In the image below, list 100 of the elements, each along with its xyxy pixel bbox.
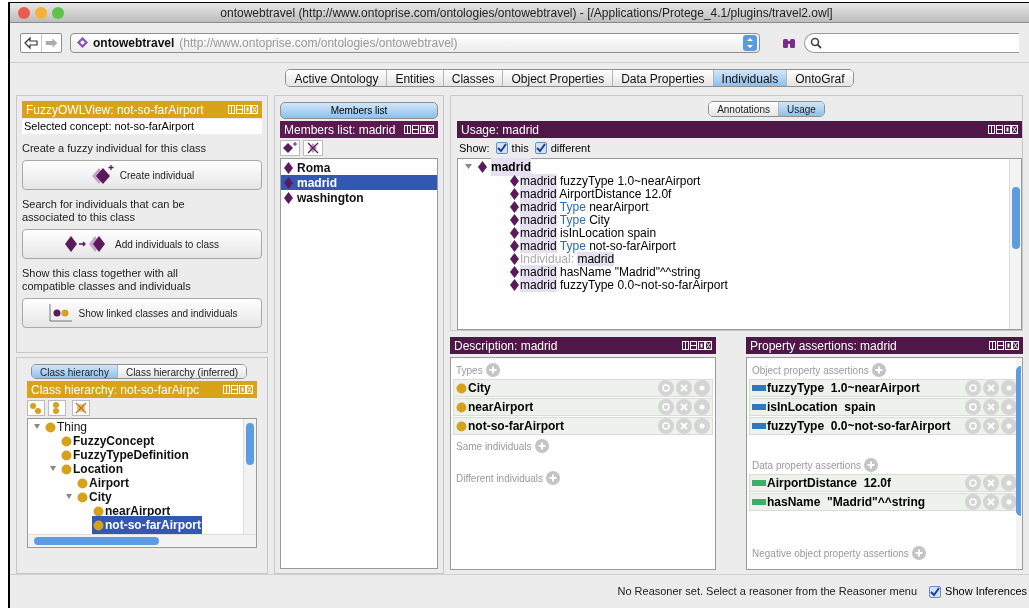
minimize-button[interactable] (35, 6, 47, 19)
checkmark-icon (496, 143, 507, 153)
assertion-row[interactable]: City (453, 379, 713, 397)
add-icon[interactable] (863, 458, 878, 472)
view-title: Property assertions: madrid (750, 337, 897, 355)
individual-icon (284, 161, 293, 174)
delete-icon[interactable] (983, 418, 999, 434)
section-label: Different individuals (456, 471, 544, 486)
search-icon (810, 36, 822, 49)
data-property-icon (752, 499, 766, 505)
add-subclass-icon[interactable] (27, 400, 45, 416)
object-property-icon (752, 423, 766, 429)
property-assertion: fuzzyType 1.0~nearAirport (767, 380, 920, 397)
tab[interactable]: Class hierarchy (32, 365, 117, 378)
class-icon (456, 382, 467, 394)
add-individual-icon[interactable] (280, 140, 300, 156)
ontology-name: ontowebtravel (93, 34, 175, 52)
tab[interactable]: Class hierarchy (inferred) (116, 365, 247, 378)
checkbox[interactable] (495, 142, 508, 154)
add-icon[interactable] (871, 363, 886, 377)
delete-icon[interactable] (983, 399, 999, 415)
delete-icon[interactable] (676, 418, 692, 434)
ontology-iri: (http://www.ontoprise.com/ontologies/ontowebtravel) (179, 34, 459, 52)
checkbox[interactable] (534, 142, 547, 154)
checkbox[interactable] (929, 585, 942, 598)
add-icon[interactable] (485, 363, 500, 377)
class-icon (456, 420, 467, 432)
delete-icon[interactable] (983, 380, 999, 396)
view-controls-icon[interactable] (682, 341, 712, 350)
class-icon (456, 401, 467, 413)
usage-root[interactable]: madrid (491, 157, 531, 176)
expanded-triangle-icon[interactable] (464, 162, 474, 171)
class-icon (61, 449, 72, 461)
vertical-scrollbar[interactable] (1009, 159, 1021, 329)
section-label: Negative object property assertions (752, 546, 909, 561)
individuals-icon (89, 164, 114, 186)
property-assertion: hasName "Madrid"^^string (767, 494, 926, 511)
linked-classes-icon (46, 302, 73, 324)
tab[interactable]: Object Properties (502, 70, 613, 86)
assertion-row[interactable]: not-so-farAirport (453, 417, 713, 435)
class-icon (77, 491, 88, 503)
section-label: Object property assertions (752, 363, 869, 378)
class-icon (61, 435, 72, 447)
action-button[interactable]: Show linked classes and individuals (22, 298, 262, 328)
delete-icon[interactable] (676, 399, 692, 415)
members-list-button[interactable]: Members list (280, 102, 438, 119)
delete-icon[interactable] (983, 475, 999, 491)
tab[interactable]: Individuals (712, 70, 787, 86)
add-icon[interactable] (534, 439, 549, 453)
window-title: ontowebtravel (http://www.ontoprise.com/ontologies/ontowebtravel) - [/Applications/Protege_4.1/plugins/travel2.owl] (219, 4, 834, 22)
ontology-icon (77, 37, 88, 48)
tab[interactable]: Entities (386, 70, 443, 86)
view-controls-icon[interactable] (989, 341, 1019, 350)
list-item[interactable]: washington (281, 190, 437, 205)
zoom-button[interactable] (52, 6, 64, 19)
tree-item[interactable]: Airport (76, 474, 130, 492)
individual-icon (284, 191, 293, 204)
assertion-row[interactable]: nearAirport (453, 398, 713, 416)
stepper-icon[interactable] (743, 34, 757, 51)
checkbox-label: this (511, 140, 529, 156)
tab[interactable]: Usage (777, 102, 824, 116)
tree-item[interactable]: not-so-farAirport (92, 516, 202, 534)
add-icon[interactable] (546, 471, 561, 485)
list-item[interactable]: Roma (281, 160, 437, 175)
property-assertion: fuzzyType 0.0~not-so-farAirport (767, 418, 951, 435)
section-description: Create a fuzzy individual for this class (22, 142, 208, 155)
delete-icon[interactable] (676, 380, 692, 396)
delete-class-icon[interactable] (72, 400, 90, 416)
selected-concept: Selected concept: not-so-farAirport (22, 119, 262, 134)
section-description: Search for individuals that can be associated to this class (22, 198, 186, 224)
tab[interactable]: Classes (442, 70, 503, 86)
close-button[interactable] (18, 6, 30, 19)
tab[interactable]: Active Ontology (286, 70, 387, 86)
delete-individual-icon[interactable] (303, 140, 323, 156)
property-assertion: AirportDistance 12.0f (767, 475, 892, 492)
list-item[interactable]: madrid (281, 175, 437, 190)
usage-line[interactable]: madrid hasName "Madrid"^^string (520, 262, 701, 281)
action-button[interactable]: Add individuals to class (22, 229, 262, 259)
tab[interactable]: Annotations (709, 102, 778, 116)
vertical-scrollbar[interactable] (1016, 358, 1022, 569)
horizontal-scrollbar[interactable] (28, 534, 256, 547)
tab[interactable]: Data Properties (612, 70, 713, 86)
type-name: not-so-farAirport (468, 418, 564, 435)
class-icon (77, 477, 88, 489)
view-title: Usage: madrid (461, 121, 540, 139)
class-icon (61, 463, 72, 475)
action-button[interactable]: Create individual (22, 160, 262, 190)
ontology-selector[interactable]: ontowebtravel (http://www.ontoprise.com/ontologies/ontowebtravel) (70, 32, 760, 53)
checkbox-label: Show Inferences (945, 584, 1027, 600)
view-controls-icon[interactable] (988, 125, 1018, 134)
data-property-icon (752, 480, 766, 486)
view-controls-icon[interactable] (404, 125, 434, 134)
tree-item[interactable]: Thing (44, 419, 89, 436)
delete-icon[interactable] (983, 494, 999, 510)
search-field[interactable] (804, 32, 1019, 53)
checkmark-icon (535, 143, 546, 153)
vertical-scrollbar[interactable] (243, 419, 256, 534)
add-icon[interactable] (911, 546, 926, 560)
add-sibling-icon[interactable] (48, 400, 66, 416)
tab[interactable]: OntoGraf (786, 70, 853, 86)
